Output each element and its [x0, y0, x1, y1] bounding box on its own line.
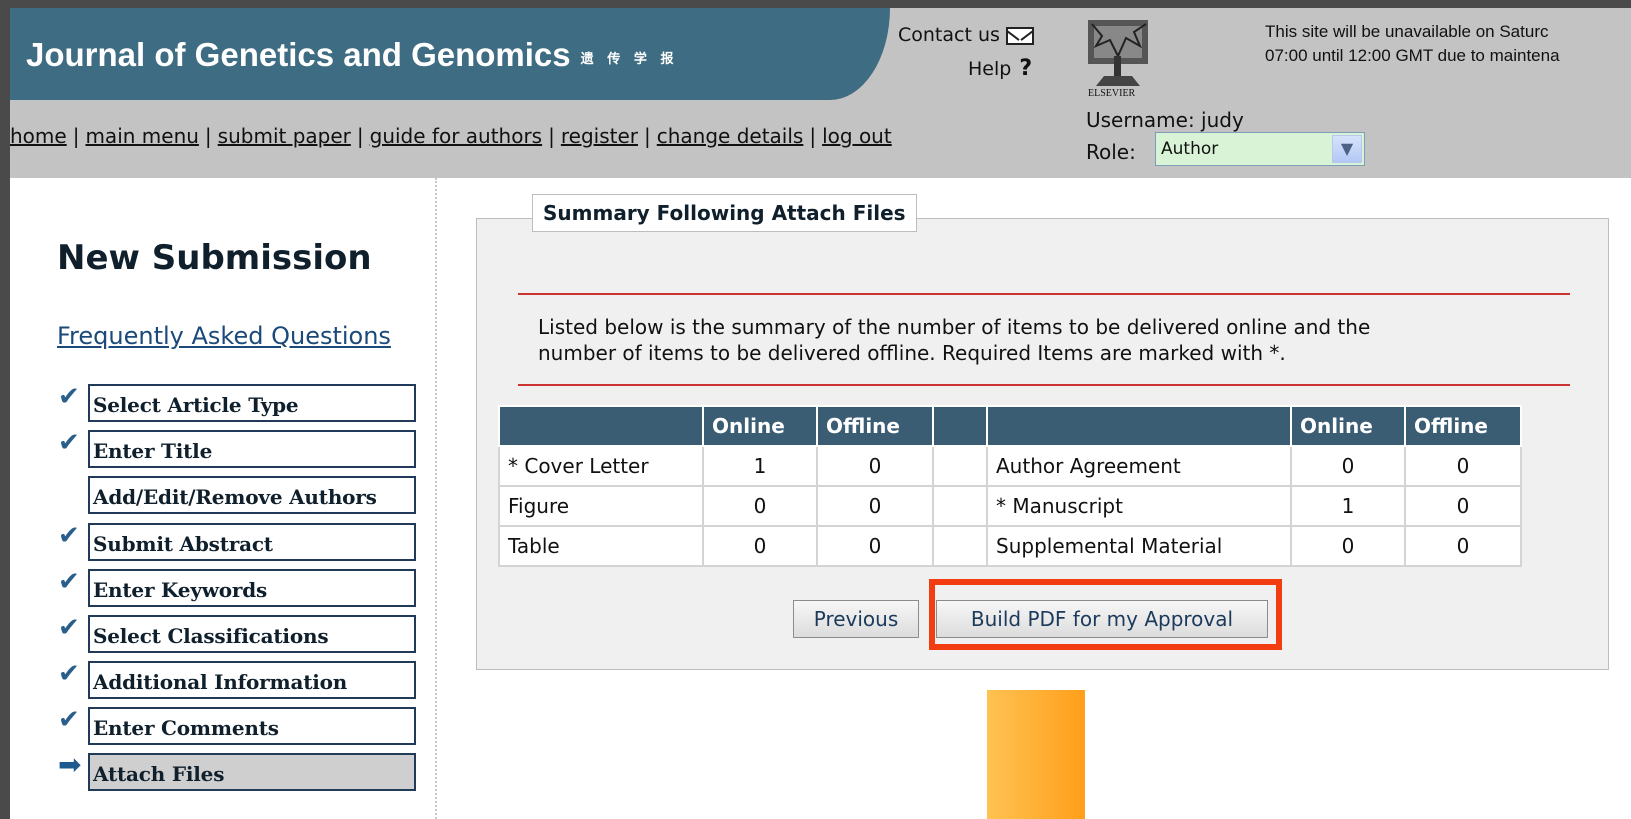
title-band: Journal of Genetics and Genomics 遗 传 学 报	[10, 8, 890, 100]
step-additional-information[interactable]: Additional Information	[88, 661, 416, 699]
offline-count: 0	[816, 485, 934, 527]
column-header	[986, 405, 1292, 447]
nav-change-details[interactable]: change details	[657, 124, 804, 148]
nav-separator: |	[644, 124, 651, 148]
nav-main-menu[interactable]: main menu	[85, 124, 198, 148]
spacer-cell	[932, 525, 988, 567]
column-header-online: Online	[1290, 405, 1406, 447]
online-count: 0	[702, 525, 818, 567]
checkmark-icon: ✔	[58, 521, 80, 551]
nav-separator: |	[204, 124, 212, 148]
column-header-offline: Offline	[816, 405, 934, 447]
spacer-cell	[932, 485, 988, 527]
mail-icon	[1005, 26, 1034, 45]
item-name: Figure	[498, 485, 704, 527]
checkmark-icon: ✔	[58, 428, 80, 458]
step-enter-comments[interactable]: Enter Comments	[88, 707, 416, 745]
item-name: Table	[498, 525, 704, 567]
notice-line: 07:00 until 12:00 GMT due to maintena	[1265, 46, 1560, 65]
checkmark-icon: ✔	[58, 567, 80, 597]
nav-separator: |	[548, 124, 555, 148]
journal-title: Journal of Genetics and Genomics 遗 传 学 报	[26, 36, 678, 74]
item-name: Supplemental Material	[986, 525, 1292, 567]
divider-line	[518, 384, 1570, 386]
intro-line: number of items to be delivered offline.…	[538, 341, 1286, 365]
sidebar-heading: New Submission	[57, 238, 372, 278]
arrow-right-icon: ➡	[58, 748, 82, 781]
offline-count: 0	[1404, 445, 1522, 487]
divider-line	[518, 293, 1570, 295]
table-row: Table 0 0 Supplemental Material 0 0	[498, 525, 1522, 567]
nav-separator: |	[72, 124, 80, 148]
step-enter-title[interactable]: Enter Title	[88, 430, 416, 468]
contact-us-label: Contact us	[898, 24, 1000, 46]
column-header	[932, 405, 988, 447]
column-header-offline: Offline	[1404, 405, 1522, 447]
notice-line: This site will be unavailable on Saturc	[1265, 22, 1549, 41]
table-row: Figure 0 0 * Manuscript 1 0	[498, 485, 1522, 527]
help-link[interactable]: Help?	[968, 56, 1032, 81]
role-dropdown-value: Author	[1161, 139, 1219, 159]
step-add-edit-remove-authors[interactable]: Add/Edit/Remove Authors	[88, 476, 416, 514]
online-count: 1	[1290, 485, 1406, 527]
summary-legend: Summary Following Attach Files	[532, 194, 917, 232]
table-header-row: Online Offline Online Offline	[498, 405, 1522, 447]
offline-count: 0	[816, 525, 934, 567]
item-name: * Manuscript	[986, 485, 1292, 527]
highlight-box	[929, 579, 1282, 650]
faq-link[interactable]: Frequently Asked Questions	[57, 322, 391, 350]
help-label: Help	[968, 58, 1012, 80]
nav-home[interactable]: home	[10, 124, 67, 148]
checkmark-icon: ✔	[58, 705, 80, 735]
column-header	[498, 405, 704, 447]
role-label: Role:	[1086, 140, 1136, 164]
journal-title-chinese: 遗 传 学 报	[580, 50, 679, 66]
nav-separator: |	[356, 124, 364, 148]
online-count: 0	[1290, 445, 1406, 487]
offline-count: 0	[1404, 485, 1522, 527]
offline-count: 0	[1404, 525, 1522, 567]
nav-log-out[interactable]: log out	[822, 124, 892, 148]
offline-count: 0	[816, 445, 934, 487]
role-dropdown[interactable]: Author ▼	[1155, 132, 1365, 166]
nav-guide-for-authors[interactable]: guide for authors	[370, 124, 542, 148]
online-count: 0	[702, 485, 818, 527]
pointer-overlay	[987, 690, 1085, 819]
elsevier-label: ELSEVIER	[1088, 88, 1136, 99]
nav-submit-paper[interactable]: submit paper	[218, 124, 351, 148]
contact-us-link[interactable]: Contact us	[898, 24, 1034, 46]
column-header-online: Online	[702, 405, 818, 447]
browser-page: Journal of Genetics and Genomics 遗 传 学 报 …	[10, 8, 1631, 819]
nav-register[interactable]: register	[561, 124, 638, 148]
step-select-classifications[interactable]: Select Classifications	[88, 615, 416, 653]
summary-intro: Listed below is the summary of the numbe…	[538, 314, 1548, 366]
checkmark-icon: ✔	[58, 659, 80, 689]
question-icon: ?	[1019, 56, 1033, 81]
site-header: Journal of Genetics and Genomics 遗 传 学 报 …	[10, 8, 1631, 178]
nav-separator: |	[809, 124, 817, 148]
checkmark-icon: ✔	[58, 382, 80, 412]
item-name: * Cover Letter	[498, 445, 704, 487]
username-display: Username: judy	[1086, 108, 1244, 132]
step-enter-keywords[interactable]: Enter Keywords	[88, 569, 416, 607]
checkmark-icon: ✔	[58, 613, 80, 643]
online-count: 1	[702, 445, 818, 487]
chevron-down-icon[interactable]: ▼	[1332, 135, 1362, 163]
step-attach-files[interactable]: Attach Files	[88, 753, 416, 791]
maintenance-notice: This site will be unavailable on Saturc …	[1265, 20, 1560, 68]
spacer-cell	[932, 445, 988, 487]
online-count: 0	[1290, 525, 1406, 567]
journal-title-text: Journal of Genetics and Genomics	[26, 36, 571, 73]
previous-button[interactable]: Previous	[793, 600, 919, 638]
intro-line: Listed below is the summary of the numbe…	[538, 315, 1371, 339]
item-name: Author Agreement	[986, 445, 1292, 487]
summary-table: Online Offline Online Offline * Cover Le…	[498, 405, 1522, 567]
step-submit-abstract[interactable]: Submit Abstract	[88, 523, 416, 561]
table-row: * Cover Letter 1 0 Author Agreement 0 0	[498, 445, 1522, 487]
main-navigation: home | main menu | submit paper | guide for au…	[10, 124, 892, 148]
step-select-article-type[interactable]: Select Article Type	[88, 384, 416, 422]
